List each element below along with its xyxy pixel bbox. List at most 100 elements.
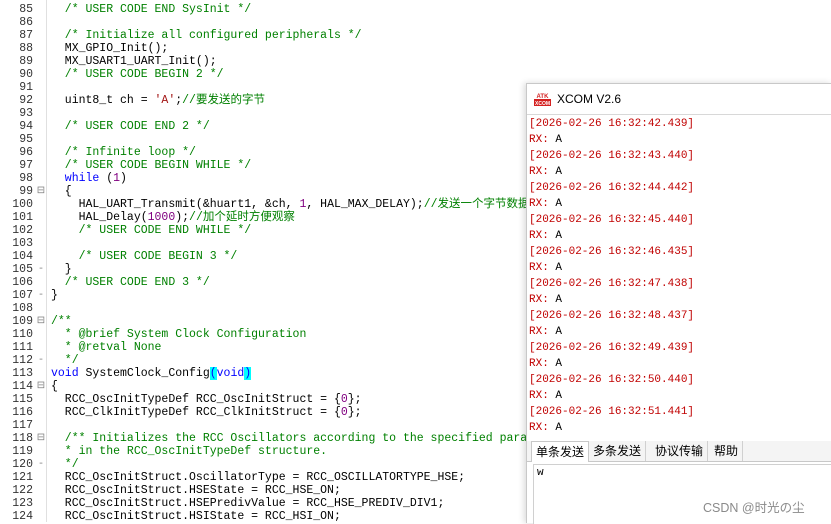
code-text: uint8_t ch = 'A';//要发送的字节 [51, 94, 265, 107]
code-text: { [51, 380, 58, 393]
code-token: HAL_UART_Transmit(&huart1, &ch, [51, 198, 300, 211]
rx-value: A [555, 294, 563, 306]
rx-tag: RX: [529, 134, 549, 146]
receive-area[interactable]: [2026-02-26 16:32:42.439] RX: A [2026-02-2… [527, 115, 831, 435]
code-text: HAL_Delay(1000);//加个延时方便观察 [51, 211, 295, 224]
code-token: 1 [113, 172, 121, 185]
code-token: /* Infinite loop */ [51, 146, 196, 159]
rx-value: A [555, 326, 563, 338]
fold-toggle-icon[interactable]: ⊟ [36, 380, 46, 393]
rx-timestamp: [2026-02-26 16:32:51.441] [529, 404, 694, 420]
fold-toggle-icon[interactable]: ⊟ [36, 185, 46, 198]
code-text: /* USER CODE BEGIN WHILE */ [51, 159, 251, 172]
code-line[interactable]: 85 /* USER CODE END SysInit */ [0, 3, 831, 16]
line-number: 99 [19, 185, 33, 198]
line-number: 112 [12, 354, 33, 367]
code-token: /** Initializes the RCC Oscillators acco… [51, 432, 569, 445]
rx-data-line: RX: A [529, 164, 562, 180]
line-number: 87 [19, 29, 33, 42]
rx-timestamp: [2026-02-26 16:32:45.440] [529, 212, 694, 228]
code-token: { [51, 185, 72, 198]
code-token: 0 [340, 393, 348, 406]
line-number: 90 [19, 68, 33, 81]
code-token: RCC_OscInitStruct.OscillatorType = RCC_O… [51, 471, 466, 484]
code-token: RCC_OscInitStruct.HSEPredivValue = RCC_H… [51, 497, 445, 510]
code-token: /* USER CODE BEGIN 3 */ [51, 250, 238, 263]
line-number: 105 [12, 263, 33, 276]
line-number: 89 [19, 55, 33, 68]
rx-value: A [555, 166, 563, 178]
code-token: }; [347, 393, 362, 406]
code-line[interactable]: 87 /* Initialize all configured peripher… [0, 29, 831, 42]
fold-end-marker: - [37, 264, 44, 275]
rx-timestamp: [2026-02-26 16:32:50.440] [529, 372, 694, 388]
line-number: 102 [12, 224, 33, 237]
code-text: /** Initializes the RCC Oscillators acco… [51, 432, 569, 445]
xcom-titlebar[interactable]: ATK XCOM XCOM V2.6 [527, 84, 831, 115]
code-token: void [216, 367, 245, 380]
line-number: 98 [19, 172, 33, 185]
tab-single-send[interactable]: 单条发送 [531, 441, 590, 462]
code-token: /* Initialize all configured peripherals… [51, 29, 362, 42]
line-number: 85 [19, 3, 33, 16]
svg-text:XCOM: XCOM [535, 101, 550, 107]
timestamp-text: [2026-02-26 16:32:46.435] [529, 246, 695, 258]
timestamp-text: [2026-02-26 16:32:45.440] [529, 214, 695, 226]
code-token: * in the RCC_OscInitTypeDef structure. [51, 445, 328, 458]
fold-toggle-icon[interactable]: ⊟ [36, 315, 46, 328]
code-text: */ [51, 458, 79, 471]
line-number: 119 [12, 445, 33, 458]
code-token: ( [209, 367, 217, 380]
line-number: 103 [12, 237, 33, 250]
code-token: */ [51, 458, 79, 471]
line-number: 108 [12, 302, 33, 315]
fold-toggle-icon[interactable]: ⊟ [36, 432, 46, 445]
code-line[interactable]: 90 /* USER CODE BEGIN 2 */ [0, 68, 831, 81]
line-number: 115 [12, 393, 33, 406]
code-token: void [51, 367, 79, 380]
rx-value: A [555, 390, 563, 402]
tab-help[interactable]: 帮助 [710, 441, 744, 461]
code-text: /** [51, 315, 72, 328]
code-token: * @retval None [51, 341, 162, 354]
code-text: /* USER CODE END WHILE */ [51, 224, 252, 237]
tab-multi-send[interactable]: 多条发送 [589, 441, 647, 461]
line-number: 104 [12, 250, 33, 263]
fold-end-marker: - [37, 290, 44, 301]
line-number: 113 [12, 367, 33, 380]
xcom-title: XCOM V2.6 [557, 92, 622, 106]
rx-value: A [555, 134, 563, 146]
code-text: /* USER CODE END 3 */ [51, 276, 210, 289]
xcom-window[interactable]: ATK XCOM XCOM V2.6 [2026-02-26 16:32:42.… [526, 83, 831, 524]
code-text: { [51, 185, 72, 198]
code-token: ); [175, 211, 190, 224]
send-text: w [537, 467, 544, 479]
code-line[interactable]: 89 MX_USART1_UART_Init(); [0, 55, 831, 68]
line-number: 96 [19, 146, 33, 159]
line-number: 121 [12, 471, 33, 484]
code-token: //加个延时方便观察 [189, 211, 295, 224]
code-token: HAL_Delay( [51, 211, 148, 224]
line-number: 116 [12, 406, 33, 419]
code-text: RCC_OscInitStruct.HSEPredivValue = RCC_H… [51, 497, 445, 510]
timestamp-text: [2026-02-26 16:32:47.438] [529, 278, 695, 290]
timestamp-text: [2026-02-26 16:32:43.440] [529, 150, 695, 162]
code-line[interactable]: 88 MX_GPIO_Init(); [0, 42, 831, 55]
timestamp-text: [2026-02-26 16:32:42.439] [529, 118, 695, 130]
rx-value: A [555, 422, 563, 434]
code-text: /* USER CODE END 2 */ [51, 120, 210, 133]
rx-tag: RX: [529, 422, 549, 434]
tab-protocol[interactable]: 协议传输 [651, 441, 709, 461]
xcom-logo-icon: ATK XCOM [534, 91, 551, 107]
code-token: 'A' [154, 94, 176, 107]
fold-end-marker: - [37, 459, 44, 470]
code-line[interactable]: 86 [0, 16, 831, 29]
rx-tag: RX: [529, 262, 549, 274]
code-text: /* USER CODE BEGIN 2 */ [51, 68, 224, 81]
code-text: RCC_ClkInitTypeDef RCC_ClkInitStruct = {… [51, 406, 362, 419]
rx-value: A [555, 198, 563, 210]
line-number: 122 [12, 484, 33, 497]
code-token: /* USER CODE BEGIN WHILE */ [51, 159, 252, 172]
csdn-watermark: CSDN @时光の尘 [703, 501, 805, 515]
rx-timestamp: [2026-02-26 16:32:46.435] [529, 244, 694, 260]
